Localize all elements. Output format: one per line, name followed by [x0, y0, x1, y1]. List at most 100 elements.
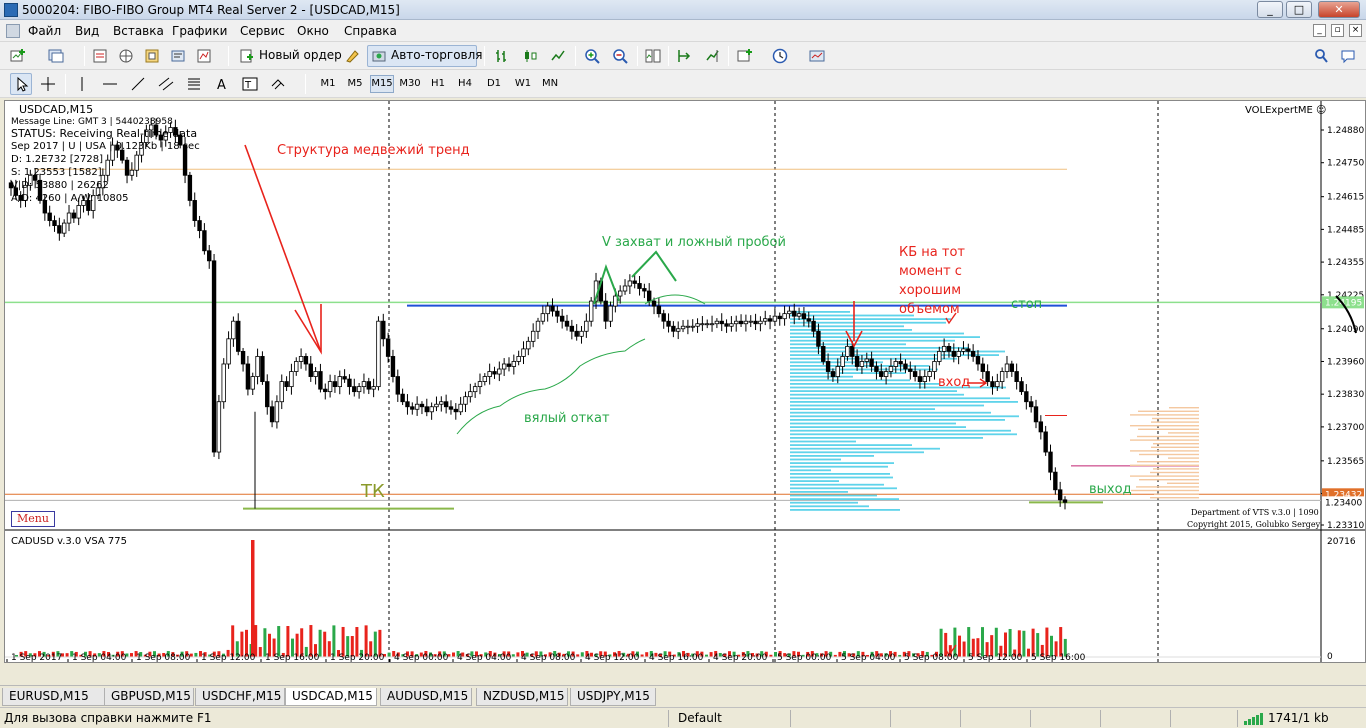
volume-profile-bar-orange: [1138, 410, 1199, 412]
symbol-label: USDCAD,M15: [19, 103, 94, 116]
indicators-icon[interactable]: [737, 48, 753, 64]
mdi-minimize-button[interactable]: _: [1313, 24, 1326, 37]
chart-window[interactable]: 1.24880 1.24750 1.24615 1.24485 1.24355 1.242…: [4, 100, 1366, 663]
candle-body: [347, 378, 352, 388]
strategy-tester-icon[interactable]: [196, 48, 212, 64]
volume-profile-bar: [790, 329, 912, 331]
timeframe-h1[interactable]: H1: [426, 75, 450, 93]
volume-profile-bar-orange: [1130, 450, 1199, 452]
candle-body: [298, 356, 304, 362]
volume-profile-bar: [790, 480, 839, 482]
volume-profile-bar-orange: [1152, 417, 1199, 420]
cursor-tool[interactable]: [10, 73, 32, 95]
chat-icon[interactable]: [1340, 48, 1356, 64]
zoom-out-icon[interactable]: [612, 48, 628, 64]
arrows-icon[interactable]: [270, 76, 286, 92]
tab-audusd-m15[interactable]: AUDUSD,M15: [380, 688, 472, 706]
candlestick-icon[interactable]: [522, 48, 538, 64]
trendline-icon[interactable]: [130, 76, 146, 92]
candle-body: [622, 285, 628, 292]
volume-profile-bar: [790, 375, 853, 378]
volume-profile-bar-orange: [1138, 428, 1199, 430]
timeframe-m5[interactable]: M5: [343, 75, 367, 93]
timeframe-m15[interactable]: M15: [370, 75, 394, 93]
text-icon[interactable]: A: [214, 76, 230, 92]
price-axis-label: 1.24880: [1327, 126, 1364, 136]
vsa-menu-button[interactable]: Menu: [11, 511, 55, 527]
crosshair-icon[interactable]: [40, 76, 56, 92]
bar-chart-icon[interactable]: [494, 48, 510, 64]
candle-body: [231, 320, 236, 340]
volume-bar: [194, 652, 198, 657]
candle-body: [269, 406, 275, 423]
menu-view[interactable]: Вид: [75, 24, 99, 38]
autoscroll-icon[interactable]: [704, 48, 720, 64]
candle-body: [458, 403, 463, 413]
autotrading-button[interactable]: Авто-торговля: [367, 45, 483, 67]
timeframe-w1[interactable]: W1: [511, 75, 535, 93]
candle-body: [1062, 499, 1068, 503]
candle-body: [588, 300, 594, 322]
navigator-icon[interactable]: [144, 48, 160, 64]
price-chart[interactable]: 1.248801.247501.246151.244851.243551.242…: [5, 101, 1365, 662]
new-order-button[interactable]: Новый ордер: [235, 45, 342, 67]
candle-body: [1038, 421, 1044, 433]
text-label-icon[interactable]: T: [242, 76, 258, 92]
tab-usdcad-m15[interactable]: USDCAD,M15: [285, 688, 377, 706]
candle-body: [825, 361, 831, 372]
tile-windows-icon[interactable]: [645, 48, 661, 64]
maximize-button[interactable]: □: [1286, 1, 1312, 18]
tab-usdchf-m15[interactable]: USDCHF,M15: [195, 688, 285, 706]
volume-profile-bar-orange: [1130, 439, 1199, 441]
candle-body: [617, 290, 623, 297]
volume-profile-bar: [790, 379, 910, 382]
candle-body: [970, 351, 976, 357]
new-chart-icon[interactable]: [10, 48, 26, 64]
line-chart-icon[interactable]: [550, 48, 566, 64]
periods-icon[interactable]: [772, 48, 788, 64]
candle-body: [323, 388, 328, 393]
annotation-v-capture: V захват и ложный пробой: [602, 235, 786, 250]
search-icon[interactable]: [1313, 48, 1329, 64]
market-watch-icon[interactable]: [92, 48, 108, 64]
timeframe-m30[interactable]: M30: [398, 75, 422, 93]
timeframe-mn[interactable]: MN: [538, 75, 562, 93]
minimize-button[interactable]: _: [1257, 1, 1283, 18]
tab-gbpusd-m15[interactable]: GBPUSD,M15: [104, 688, 194, 706]
menu-file[interactable]: Файл: [28, 24, 61, 38]
candle-body: [211, 260, 217, 453]
horizontal-line-icon[interactable]: [102, 76, 118, 92]
fibonacci-icon[interactable]: [186, 76, 202, 92]
mdi-close-button[interactable]: ×: [1349, 24, 1362, 37]
info-line-d: D: 1.2E732 [2728]: [11, 154, 103, 165]
menu-insert[interactable]: Вставка: [113, 24, 164, 38]
chart-shift-icon[interactable]: [676, 48, 692, 64]
menu-help[interactable]: Справка: [344, 24, 397, 38]
tab-nzdusd-m15[interactable]: NZDUSD,M15: [476, 688, 568, 706]
templates-icon[interactable]: [809, 48, 825, 64]
menu-charts[interactable]: Графики: [172, 24, 227, 38]
candle-body: [265, 381, 270, 408]
data-window-icon[interactable]: [118, 48, 134, 64]
candle-body: [806, 318, 811, 322]
candle-body: [671, 325, 676, 332]
vertical-line-icon[interactable]: [74, 76, 90, 92]
menu-window[interactable]: Окно: [297, 24, 329, 38]
tab-eurusd-m15[interactable]: EURUSD,M15: [2, 688, 106, 706]
zoom-in-icon[interactable]: [584, 48, 600, 64]
metaeditor-icon[interactable]: [344, 48, 360, 64]
tab-usdjpy-m15[interactable]: USDJPY,M15: [570, 688, 656, 706]
candle-body: [1057, 489, 1063, 501]
menu-tools[interactable]: Сервис: [240, 24, 285, 38]
timeframe-h4[interactable]: H4: [453, 75, 477, 93]
candle-body: [787, 310, 792, 315]
timeframe-d1[interactable]: D1: [482, 75, 506, 93]
equidistant-channel-icon[interactable]: [158, 76, 174, 92]
mdi-restore-button[interactable]: ▫: [1331, 24, 1344, 37]
chart-tabs: EURUSD,M15 GBPUSD,M15 USDCHF,M15 USDCAD,M15…: [0, 685, 1366, 707]
status-help: Для вызова справки нажмите F1: [4, 711, 212, 725]
profiles-icon[interactable]: [48, 48, 64, 64]
terminal-icon[interactable]: [170, 48, 186, 64]
timeframe-m1[interactable]: M1: [316, 75, 340, 93]
close-button[interactable]: ✕: [1318, 1, 1360, 18]
